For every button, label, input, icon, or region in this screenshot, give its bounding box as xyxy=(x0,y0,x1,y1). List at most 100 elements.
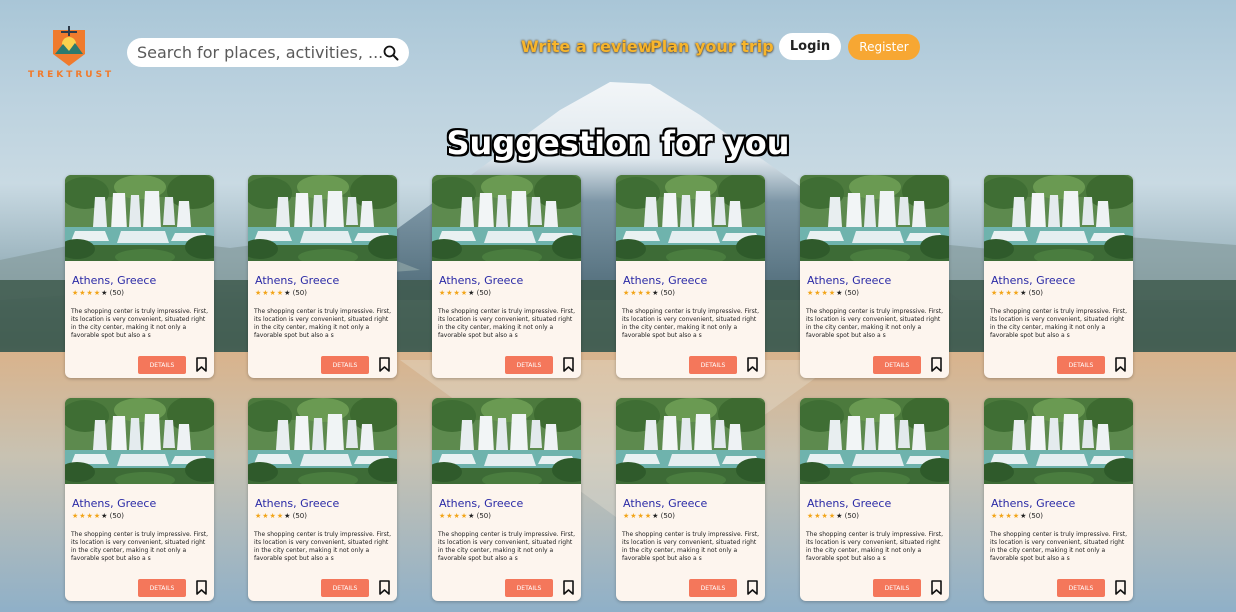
review-count: (50) xyxy=(109,289,124,297)
card-rating: ★★★★★ (50) xyxy=(991,512,1043,520)
star-icon: ★ xyxy=(101,512,108,520)
star-rating-icon: ★★★★ xyxy=(439,512,469,520)
star-rating-icon: ★★★★ xyxy=(623,289,653,297)
place-card[interactable]: Athens, Greece ★★★★★ (50) The shopping c… xyxy=(248,398,397,601)
card-rating: ★★★★★ (50) xyxy=(72,512,124,520)
place-card[interactable]: Athens, Greece ★★★★★ (50) The shopping c… xyxy=(432,398,581,601)
card-title[interactable]: Athens, Greece xyxy=(72,497,156,510)
card-title[interactable]: Athens, Greece xyxy=(255,274,339,287)
card-description: The shopping center is truly impressive.… xyxy=(622,531,759,562)
bookmark-icon[interactable] xyxy=(747,357,758,372)
details-button[interactable]: DETAILS xyxy=(138,356,186,374)
place-card[interactable]: Athens, Greece ★★★★★ (50) The shopping c… xyxy=(984,398,1133,601)
place-card[interactable]: Athens, Greece ★★★★★ (50) The shopping c… xyxy=(616,175,765,378)
review-count: (50) xyxy=(1028,289,1043,297)
page-title: Suggestion for you xyxy=(446,124,790,162)
nav-plan-trip[interactable]: Plan your trip xyxy=(650,37,774,56)
details-button[interactable]: DETAILS xyxy=(321,579,369,597)
bookmark-icon[interactable] xyxy=(196,580,207,595)
bookmark-icon[interactable] xyxy=(379,357,390,372)
waterfall-image xyxy=(432,175,581,261)
details-button[interactable]: DETAILS xyxy=(138,579,186,597)
card-title[interactable]: Athens, Greece xyxy=(439,497,523,510)
review-count: (50) xyxy=(660,512,675,520)
bookmark-icon[interactable] xyxy=(931,357,942,372)
bookmark-icon[interactable] xyxy=(563,580,574,595)
card-title[interactable]: Athens, Greece xyxy=(991,497,1075,510)
card-title[interactable]: Athens, Greece xyxy=(623,274,707,287)
details-button[interactable]: DETAILS xyxy=(1057,579,1105,597)
card-rating: ★★★★★ (50) xyxy=(623,289,675,297)
place-card[interactable]: Athens, Greece ★★★★★ (50) The shopping c… xyxy=(65,175,214,378)
bookmark-icon[interactable] xyxy=(379,580,390,595)
card-title[interactable]: Athens, Greece xyxy=(255,497,339,510)
place-card[interactable]: Athens, Greece ★★★★★ (50) The shopping c… xyxy=(616,398,765,601)
search-bar[interactable] xyxy=(127,38,409,67)
card-rating: ★★★★★ (50) xyxy=(255,289,307,297)
star-icon: ★ xyxy=(836,289,843,297)
login-button[interactable]: Login xyxy=(779,33,841,60)
nav-write-review[interactable]: Write a review xyxy=(521,37,652,56)
card-rating: ★★★★★ (50) xyxy=(439,512,491,520)
card-description: The shopping center is truly impressive.… xyxy=(990,308,1127,339)
details-button[interactable]: DETAILS xyxy=(505,356,553,374)
star-icon: ★ xyxy=(284,512,291,520)
card-title[interactable]: Athens, Greece xyxy=(991,274,1075,287)
waterfall-image xyxy=(65,175,214,261)
place-card[interactable]: Athens, Greece ★★★★★ (50) The shopping c… xyxy=(800,175,949,378)
waterfall-image xyxy=(616,398,765,484)
card-rating: ★★★★★ (50) xyxy=(255,512,307,520)
search-input[interactable] xyxy=(137,43,383,62)
card-rating: ★★★★★ (50) xyxy=(991,289,1043,297)
card-description: The shopping center is truly impressive.… xyxy=(806,308,943,339)
details-button[interactable]: DETAILS xyxy=(689,579,737,597)
review-count: (50) xyxy=(476,289,491,297)
trektrust-logo[interactable]: TREKTRUST xyxy=(28,24,111,80)
card-description: The shopping center is truly impressive.… xyxy=(254,531,391,562)
card-title[interactable]: Athens, Greece xyxy=(439,274,523,287)
star-rating-icon: ★★★★ xyxy=(439,289,469,297)
waterfall-image xyxy=(984,175,1133,261)
star-icon: ★ xyxy=(1020,512,1027,520)
place-card[interactable]: Athens, Greece ★★★★★ (50) The shopping c… xyxy=(800,398,949,601)
bookmark-icon[interactable] xyxy=(196,357,207,372)
star-rating-icon: ★★★★ xyxy=(991,289,1021,297)
place-card[interactable]: Athens, Greece ★★★★★ (50) The shopping c… xyxy=(248,175,397,378)
place-card[interactable]: Athens, Greece ★★★★★ (50) The shopping c… xyxy=(65,398,214,601)
register-button[interactable]: Register xyxy=(848,34,920,60)
details-button[interactable]: DETAILS xyxy=(505,579,553,597)
place-card[interactable]: Athens, Greece ★★★★★ (50) The shopping c… xyxy=(432,175,581,378)
bookmark-icon[interactable] xyxy=(1115,357,1126,372)
card-rating: ★★★★★ (50) xyxy=(807,512,859,520)
bookmark-icon[interactable] xyxy=(563,357,574,372)
star-icon: ★ xyxy=(101,289,108,297)
card-rating: ★★★★★ (50) xyxy=(623,512,675,520)
card-title[interactable]: Athens, Greece xyxy=(623,497,707,510)
details-button[interactable]: DETAILS xyxy=(321,356,369,374)
card-title[interactable]: Athens, Greece xyxy=(72,274,156,287)
card-description: The shopping center is truly impressive.… xyxy=(438,531,575,562)
star-icon: ★ xyxy=(836,512,843,520)
review-count: (50) xyxy=(660,289,675,297)
card-description: The shopping center is truly impressive.… xyxy=(71,308,208,339)
card-title[interactable]: Athens, Greece xyxy=(807,274,891,287)
star-rating-icon: ★★★★ xyxy=(255,289,285,297)
place-card[interactable]: Athens, Greece ★★★★★ (50) The shopping c… xyxy=(984,175,1133,378)
bookmark-icon[interactable] xyxy=(747,580,758,595)
details-button[interactable]: DETAILS xyxy=(689,356,737,374)
suggestion-grid: Athens, Greece ★★★★★ (50) The shopping c… xyxy=(65,175,1133,601)
card-title[interactable]: Athens, Greece xyxy=(807,497,891,510)
star-icon: ★ xyxy=(1020,289,1027,297)
review-count: (50) xyxy=(844,512,859,520)
waterfall-image xyxy=(984,398,1133,484)
search-icon[interactable] xyxy=(383,45,399,61)
details-button[interactable]: DETAILS xyxy=(1057,356,1105,374)
bookmark-icon[interactable] xyxy=(1115,580,1126,595)
details-button[interactable]: DETAILS xyxy=(873,356,921,374)
card-rating: ★★★★★ (50) xyxy=(807,289,859,297)
details-button[interactable]: DETAILS xyxy=(873,579,921,597)
waterfall-image xyxy=(248,398,397,484)
bookmark-icon[interactable] xyxy=(931,580,942,595)
waterfall-image xyxy=(800,175,949,261)
waterfall-image xyxy=(800,398,949,484)
